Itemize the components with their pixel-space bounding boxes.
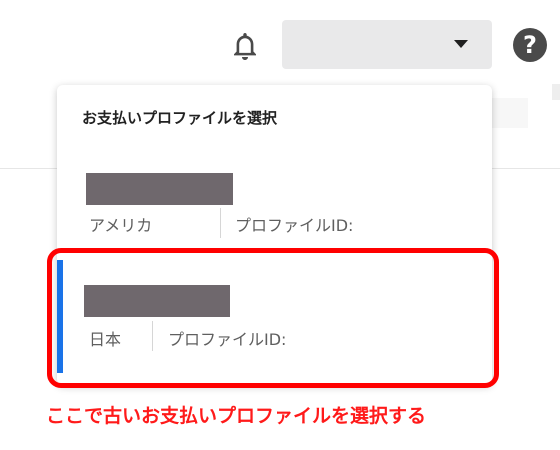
highlight-box	[47, 248, 499, 388]
meta-separator	[220, 208, 221, 238]
profile-country: アメリカ	[89, 216, 153, 235]
dropdown-title: お支払いプロファイルを選択	[82, 109, 278, 127]
bell-icon[interactable]	[226, 27, 264, 65]
help-icon[interactable]: ?	[513, 28, 547, 62]
account-select[interactable]	[282, 20, 492, 69]
caret-down-icon	[454, 40, 468, 48]
background-element	[552, 84, 560, 100]
profile-id-label: プロファイルID:	[235, 216, 354, 235]
redacted-profile-name	[86, 173, 233, 205]
annotation-text: ここで古いお支払いプロファイルを選択する	[46, 405, 427, 427]
background-element	[492, 98, 528, 128]
